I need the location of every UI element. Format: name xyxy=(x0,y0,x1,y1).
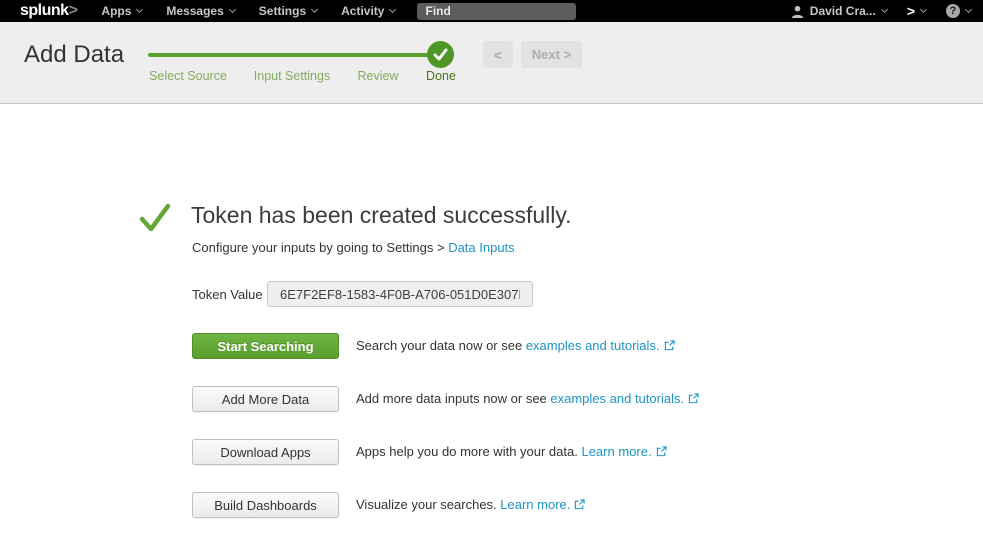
chevron-down-icon xyxy=(389,6,396,13)
token-value-field[interactable] xyxy=(267,281,533,307)
nav-menu-settings[interactable]: Settings xyxy=(259,4,317,18)
user-icon xyxy=(791,5,804,18)
page-title: Add Data xyxy=(24,41,124,69)
success-check-icon xyxy=(139,203,171,233)
success-title: Token has been created successfully. xyxy=(191,202,572,229)
nav-menu-apps[interactable]: Apps xyxy=(101,4,142,18)
step-input-settings[interactable]: Input Settings xyxy=(254,69,330,83)
back-button[interactable]: < xyxy=(483,41,513,68)
desc-text: Visualize your searches. xyxy=(356,497,500,512)
desc-text: Apps help you do more with your data. xyxy=(356,444,581,459)
chevron-down-icon xyxy=(229,6,236,13)
external-link-icon xyxy=(664,340,675,351)
add-more-data-button[interactable]: Add More Data xyxy=(192,386,339,412)
build-dashboards-button[interactable]: Build Dashboards xyxy=(192,492,339,518)
step-review[interactable]: Review xyxy=(358,69,399,83)
chevron-down-icon xyxy=(881,6,888,13)
find-input[interactable] xyxy=(417,3,576,20)
start-searching-desc: Search your data now or see examples and… xyxy=(356,333,675,359)
nav-menu-apps-label: Apps xyxy=(101,4,131,18)
splunk-arrow-icon: > xyxy=(907,3,915,19)
download-apps-desc: Apps help you do more with your data. Le… xyxy=(356,439,667,465)
help-menu[interactable]: ? xyxy=(946,4,971,18)
success-subtitle: Configure your inputs by going to Settin… xyxy=(192,240,515,255)
help-icon: ? xyxy=(946,4,960,18)
external-link-icon xyxy=(688,393,699,404)
step-done[interactable]: Done xyxy=(426,69,456,83)
step-select-source[interactable]: Select Source xyxy=(149,69,227,83)
nav-menu-messages[interactable]: Messages xyxy=(166,4,234,18)
next-button[interactable]: Next > xyxy=(521,41,582,68)
desc-text: Add more data inputs now or see xyxy=(356,391,550,406)
learn-more-link[interactable]: Learn more. xyxy=(581,444,651,459)
chevron-down-icon xyxy=(136,6,143,13)
splunk-logo-gt: > xyxy=(69,2,78,19)
splunk-logo[interactable]: splunk> xyxy=(20,2,77,20)
chevron-down-icon xyxy=(965,6,972,13)
splunk-logo-text: splunk xyxy=(20,2,69,19)
add-more-data-desc: Add more data inputs now or see examples… xyxy=(356,386,699,412)
examples-tutorials-link[interactable]: examples and tutorials. xyxy=(550,391,684,406)
chevron-down-icon xyxy=(311,6,318,13)
subtitle-text: Configure your inputs by going to Settin… xyxy=(192,240,448,255)
examples-tutorials-link[interactable]: examples and tutorials. xyxy=(526,338,660,353)
data-inputs-link[interactable]: Data Inputs xyxy=(448,240,515,255)
user-menu[interactable]: David Cra... xyxy=(791,4,887,18)
start-searching-button[interactable]: Start Searching xyxy=(192,333,339,359)
build-dashboards-desc: Visualize your searches. Learn more. xyxy=(356,492,585,518)
nav-menu-activity[interactable]: Activity xyxy=(341,4,395,18)
add-data-page: splunk> Apps Messages Settings Activity … xyxy=(0,0,983,539)
done-check-icon xyxy=(427,41,454,68)
nav-menu-activity-label: Activity xyxy=(341,4,384,18)
desc-text: Search your data now or see xyxy=(356,338,526,353)
wizard-header: Add Data Select Source Input Settings Re… xyxy=(0,22,983,104)
nav-menu-messages-label: Messages xyxy=(166,4,223,18)
top-nav: splunk> Apps Messages Settings Activity … xyxy=(0,0,983,22)
nav-right-group: David Cra... > ? xyxy=(791,3,971,19)
splunk-arrow-menu[interactable]: > xyxy=(907,3,926,19)
token-value-label: Token Value xyxy=(192,287,263,302)
nav-menu-settings-label: Settings xyxy=(259,4,306,18)
chevron-down-icon xyxy=(920,6,927,13)
download-apps-button[interactable]: Download Apps xyxy=(192,439,339,465)
external-link-icon xyxy=(574,499,585,510)
progress-bar xyxy=(148,53,440,57)
user-name-label: David Cra... xyxy=(810,4,876,18)
learn-more-link[interactable]: Learn more. xyxy=(500,497,570,512)
external-link-icon xyxy=(656,446,667,457)
